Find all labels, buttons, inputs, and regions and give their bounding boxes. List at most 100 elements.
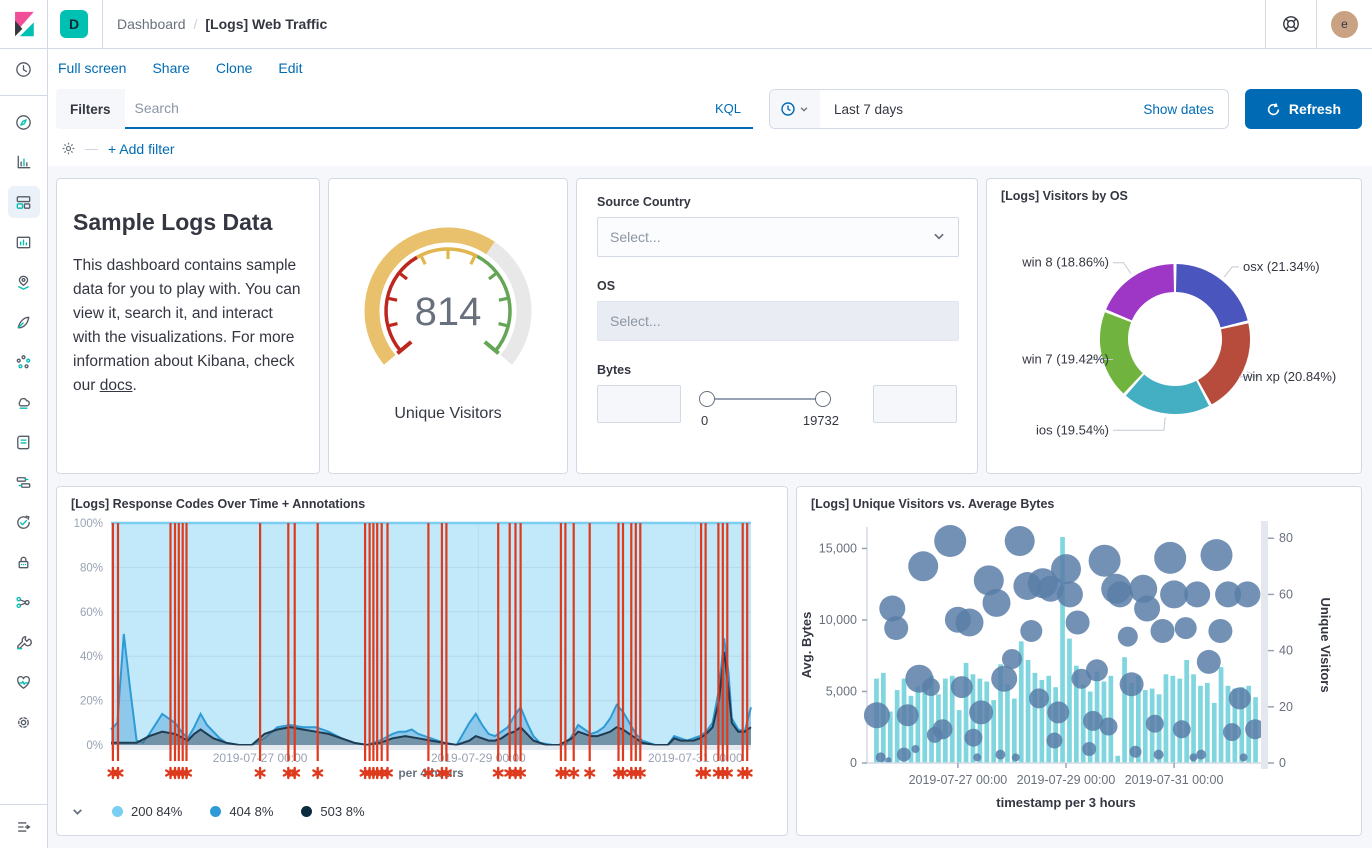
sidebar-item-monitoring[interactable]: [0, 662, 47, 702]
search-input[interactable]: [125, 100, 703, 116]
docs-link[interactable]: docs: [100, 377, 133, 394]
discover-icon: [14, 113, 33, 132]
sidebar-item-siem[interactable]: [0, 542, 47, 582]
svg-text:per 4 hours: per 4 hours: [398, 766, 464, 780]
filter-dash: —: [85, 141, 98, 156]
legend-toggle-button[interactable]: [71, 805, 84, 818]
svg-text:0: 0: [850, 756, 857, 770]
slider-handle-min[interactable]: [699, 391, 715, 407]
legend-dot: [301, 806, 312, 817]
sidebar: [0, 0, 48, 848]
svg-text:win xp (20.84%): win xp (20.84%): [1242, 369, 1336, 384]
apm-icon: [14, 473, 33, 492]
donut-chart[interactable]: osx (21.34%)win xp (20.84%)ios (19.54%)w…: [987, 203, 1361, 472]
time-picker-quick-button[interactable]: [770, 90, 820, 128]
svg-text:timestamp per 3 hours: timestamp per 3 hours: [996, 795, 1135, 810]
sidebar-item-apm[interactable]: [0, 462, 47, 502]
markdown-title: Sample Logs Data: [73, 209, 303, 236]
breadcrumb-separator: /: [194, 16, 198, 32]
kibana-logo[interactable]: [0, 0, 47, 49]
dev-tools-icon: [14, 633, 33, 652]
panel-title[interactable]: [Logs] Response Codes Over Time + Annota…: [57, 487, 787, 511]
management-icon: [14, 713, 33, 732]
source-country-select[interactable]: Select...: [597, 217, 959, 257]
space-badge[interactable]: D: [60, 10, 88, 38]
bytes-min-input[interactable]: [597, 385, 681, 423]
panel-unique-visitors-gauge: 814 Unique Visitors: [328, 178, 568, 474]
slider-track[interactable]: [707, 398, 823, 400]
bytes-control: 0 19732: [597, 385, 957, 431]
svg-text:814: 814: [415, 290, 482, 334]
help-button[interactable]: [1280, 13, 1302, 35]
menu-item-full-screen[interactable]: Full screen: [58, 60, 126, 76]
sidebar-item-logs[interactable]: [0, 422, 47, 462]
breadcrumb-dashboard[interactable]: Dashboard: [117, 16, 186, 32]
panel-title[interactable]: [Logs] Visitors by OS: [987, 179, 1361, 203]
menu-item-edit[interactable]: Edit: [278, 60, 302, 76]
header-divider: [102, 0, 103, 49]
menu-item-clone[interactable]: Clone: [216, 60, 253, 76]
chart-legend: 200 84% 404 8% 503 8%: [57, 798, 787, 819]
time-range-value[interactable]: Last 7 days: [820, 102, 903, 117]
svg-text:win 8 (18.86%): win 8 (18.86%): [1021, 255, 1109, 270]
sidebar-item-infrastructure[interactable]: [0, 382, 47, 422]
filter-settings-button[interactable]: [60, 140, 77, 157]
avatar[interactable]: e: [1331, 11, 1358, 38]
sidebar-item-canvas[interactable]: [0, 222, 47, 262]
sidebar-item-discover[interactable]: [0, 102, 47, 142]
sidebar-item-dashboard[interactable]: [0, 182, 47, 222]
svg-text:0: 0: [1279, 756, 1286, 770]
markdown-body: This dashboard contains sample data for …: [73, 254, 303, 398]
slider-max-value: 19732: [803, 413, 839, 428]
gauge-label: Unique Visitors: [329, 405, 567, 423]
area-chart[interactable]: 0%20%40%60%80%100%2019-07-27 00:002019-0…: [57, 511, 787, 798]
svg-text:5,000: 5,000: [826, 684, 857, 698]
legend-item-200[interactable]: 200 84%: [112, 804, 182, 819]
svg-text:60: 60: [1279, 587, 1293, 601]
bytes-range-slider: 0 19732: [699, 385, 831, 431]
panel-controls: Source Country Select... OS Select... By…: [576, 178, 978, 474]
slider-min-value: 0: [701, 413, 708, 428]
sidebar-item-recently-viewed[interactable]: [0, 49, 47, 89]
kql-button[interactable]: KQL: [703, 101, 753, 116]
bytes-max-input[interactable]: [873, 385, 957, 423]
logs-icon: [14, 433, 33, 452]
svg-text:2019-07-29 00:00: 2019-07-29 00:00: [431, 751, 526, 765]
sidebar-item-dev-tools[interactable]: [0, 622, 47, 662]
sidebar-item-machine-learning[interactable]: [0, 302, 47, 342]
sidebar-item-graph[interactable]: [0, 342, 47, 382]
sidebar-item-code-branch[interactable]: [0, 582, 47, 622]
legend-dot: [210, 806, 221, 817]
refresh-button[interactable]: Refresh: [1245, 89, 1362, 129]
header-divider: [1316, 0, 1317, 49]
time-picker: Last 7 days Show dates: [769, 89, 1229, 129]
gauge-chart[interactable]: 814: [329, 207, 567, 377]
show-dates-button[interactable]: Show dates: [1143, 102, 1228, 117]
sidebar-item-uptime[interactable]: [0, 502, 47, 542]
sidebar-item-visualize[interactable]: [0, 142, 47, 182]
svg-text:60%: 60%: [80, 607, 103, 619]
sidebar-divider: [0, 95, 47, 96]
panel-sample-logs-data: Sample Logs Data This dashboard contains…: [56, 178, 320, 474]
bar-bubble-chart[interactable]: 05,00010,00015,0000204060802019-07-27 00…: [797, 511, 1361, 832]
os-select[interactable]: Select...: [597, 301, 959, 341]
svg-text:20%: 20%: [80, 696, 103, 708]
sidebar-item-maps[interactable]: [0, 262, 47, 302]
sidebar-collapse-button[interactable]: [0, 804, 47, 848]
filters-button[interactable]: Filters: [56, 89, 125, 129]
panel-title[interactable]: [Logs] Unique Visitors vs. Average Bytes: [797, 487, 1361, 511]
sidebar-nav: [0, 49, 47, 742]
svg-text:40%: 40%: [80, 651, 103, 663]
search-input-wrap: KQL: [125, 89, 753, 129]
legend-item-404[interactable]: 404 8%: [210, 804, 273, 819]
menu-item-share[interactable]: Share: [152, 60, 189, 76]
uptime-icon: [14, 513, 33, 532]
kibana-app: D Dashboard / [Logs] Web Traffic e Full …: [0, 0, 1372, 848]
add-filter-button[interactable]: + Add filter: [108, 141, 175, 157]
svg-text:2019-07-27 00:00: 2019-07-27 00:00: [909, 773, 1008, 787]
sidebar-item-management[interactable]: [0, 702, 47, 742]
panel-visitors-vs-bytes: [Logs] Unique Visitors vs. Average Bytes…: [796, 486, 1362, 836]
slider-handle-max[interactable]: [815, 391, 831, 407]
legend-item-503[interactable]: 503 8%: [301, 804, 364, 819]
bytes-label: Bytes: [597, 363, 957, 377]
